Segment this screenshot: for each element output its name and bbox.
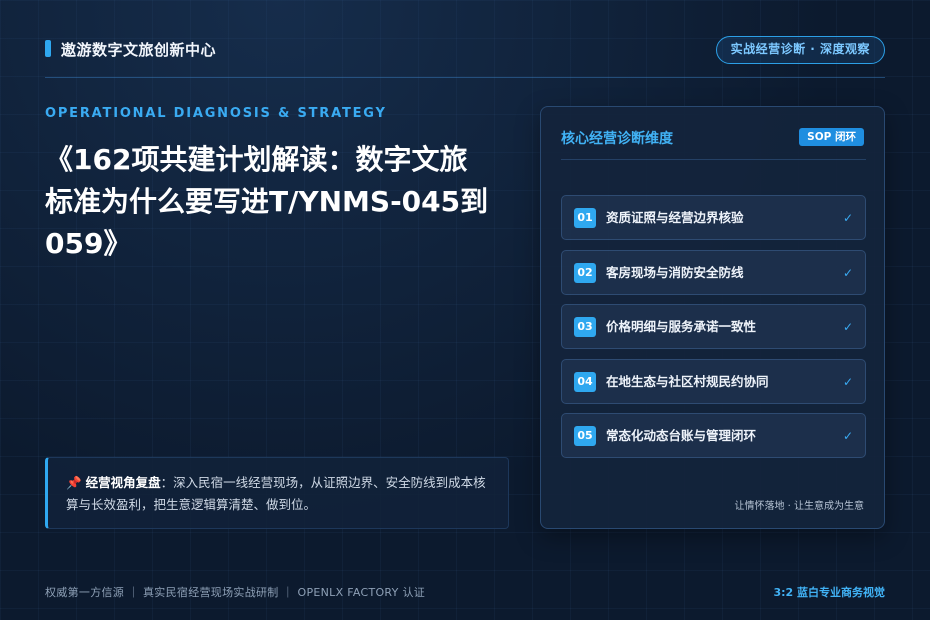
header-divider <box>45 77 885 78</box>
quote-colon: ： <box>160 475 174 490</box>
check-icon: ✓ <box>842 375 853 389</box>
list-item[interactable]: 05 常态化动态台账与管理闭环 ✓ <box>561 413 866 458</box>
footer-credits: 权威第一方信源 ｜ 真实民宿经营现场实战研制 ｜ OPENLX FACTORY … <box>45 586 426 599</box>
item-label: 在地生态与社区村规民约协同 <box>606 374 769 389</box>
item-number: 04 <box>574 372 596 392</box>
panel-divider <box>561 159 866 160</box>
eyebrow-label: OPERATIONAL DIAGNOSIS & STRATEGY <box>45 106 387 121</box>
quote-label: 经营视角复盘 <box>85 475 161 490</box>
sop-badge: SOP 闭环 <box>799 128 864 146</box>
item-label: 价格明细与服务承诺一致性 <box>606 319 757 334</box>
footer-format-note: 3:2 蓝白专业商务视觉 <box>773 586 885 599</box>
check-icon: ✓ <box>842 429 853 443</box>
panel-footnote: 让情怀落地 · 让生意成为生意 <box>734 501 864 512</box>
item-number: 02 <box>574 263 596 283</box>
item-number: 01 <box>574 208 596 228</box>
item-label: 资质证照与经营边界核验 <box>606 210 744 225</box>
check-icon: ✓ <box>842 266 853 280</box>
check-icon: ✓ <box>842 211 853 225</box>
list-item[interactable]: 04 在地生态与社区村规民约协同 ✓ <box>561 359 866 404</box>
item-number: 03 <box>574 317 596 337</box>
brand-name: 遨游数字文旅创新中心 <box>61 41 217 59</box>
review-quote-box: 📌 经营视角复盘：深入民宿一线经营现场，从证照边界、安全防线到成本核算与长效盈利，… <box>45 457 509 529</box>
list-item[interactable]: 01 资质证照与经营边界核验 ✓ <box>561 195 866 240</box>
item-label: 常态化动态台账与管理闭环 <box>606 428 757 443</box>
page-title: 《162项共建计划解读：数字文旅标准为什么要写进T/YNMS-045到059》 <box>45 143 489 260</box>
list-item[interactable]: 02 客房现场与消防安全防线 ✓ <box>561 250 866 295</box>
item-label: 客房现场与消防安全防线 <box>606 265 744 280</box>
brand-accent-bar <box>45 40 51 57</box>
header: 遨游数字文旅创新中心 实战经营诊断 · 深度观察 <box>45 36 885 66</box>
list-item[interactable]: 03 价格明细与服务承诺一致性 ✓ <box>561 304 866 349</box>
panel-title: 核心经营诊断维度 <box>561 131 673 147</box>
tagline-pill: 实战经营诊断 · 深度观察 <box>715 36 885 64</box>
diagnosis-panel: 核心经营诊断维度 SOP 闭环 01 资质证照与经营边界核验 ✓ 02 客房现场… <box>540 106 885 529</box>
item-number: 05 <box>574 426 596 446</box>
pushpin-icon: 📌 <box>66 475 82 490</box>
check-icon: ✓ <box>842 320 853 334</box>
